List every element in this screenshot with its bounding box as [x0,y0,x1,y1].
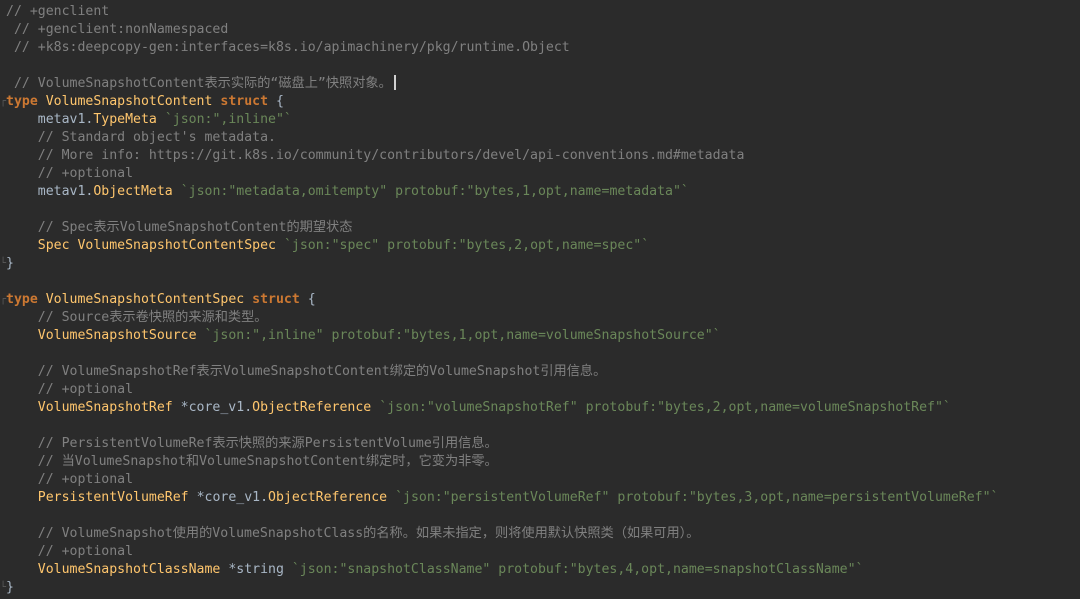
code-token-plain: } [6,256,14,271]
code-line[interactable]: // PersistentVolumeRef表示快照的来源PersistentV… [6,435,498,453]
code-line[interactable]: // Spec表示VolumeSnapshotContent的期望状态 [6,219,353,237]
code-token-typename: VolumeSnapshotContentSpec [77,238,276,253]
code-token-plain: *core_v1. [172,400,253,415]
code-line[interactable]: // Source表示卷快照的来源和类型。 [6,309,268,327]
code-token-string: `json:"spec" protobuf:"bytes,2,opt,name=… [283,238,650,253]
code-line[interactable]: // VolumeSnapshotContent表示实际的“磁盘上”快照对象。 [6,75,396,93]
code-line[interactable]: } [6,579,14,597]
code-line[interactable]: Spec VolumeSnapshotContentSpec `json:"sp… [6,237,649,255]
code-line[interactable]: VolumeSnapshotClassName *string `json:"s… [6,561,864,579]
code-token-typename: VolumeSnapshotRef [6,400,173,415]
code-token-plain: { [299,292,316,307]
code-line[interactable]: // +optional [6,165,133,183]
code-token-string: `json:"persistentVolumeRef" protobuf:"by… [395,490,999,505]
code-token-typename: VolumeSnapshotContent [45,94,221,109]
fold-marker-icon[interactable]: └ [0,255,6,273]
code-token-comment: // +optional [6,166,134,181]
code-token-typename: VolumeSnapshotSource [6,328,197,343]
code-token-comment: // Spec表示VolumeSnapshotContent的期望状态 [6,220,353,235]
code-token-comment: // PersistentVolumeRef表示快照的来源PersistentV… [6,436,498,451]
code-token-plain: *string [220,562,292,577]
text-cursor [393,75,396,90]
code-token-typename: ObjectReference [268,490,388,505]
code-token-string: `json:"volumeSnapshotRef" protobuf:"byte… [379,400,951,415]
code-line[interactable]: // +k8s:deepcopy-gen:interfaces=k8s.io/a… [6,39,570,57]
code-token-string: `json:"metadata,omitempty" protobuf:"byt… [180,184,689,199]
code-token-string: `json:",inline"` [164,112,292,127]
code-line[interactable]: // More info: https://git.k8s.io/communi… [6,147,745,165]
code-token-keyword: struct [220,94,269,109]
code-token-comment: // VolumeSnapshotContent表示实际的“磁盘上”快照对象。 [6,76,392,91]
code-token-comment: // Standard object's metadata. [6,130,276,145]
code-token-comment: // Source表示卷快照的来源和类型。 [6,310,268,325]
code-editor[interactable]: // +genclient // +genclient:nonNamespace… [0,0,1080,599]
code-token-plain: { [268,94,284,109]
code-line[interactable]: } [6,255,14,273]
code-token-plain: } [6,580,14,595]
code-line[interactable]: VolumeSnapshotSource `json:",inline" pro… [6,327,721,345]
code-line[interactable]: // VolumeSnapshot使用的VolumeSnapshotClass的… [6,525,700,543]
code-token-typename: ObjectReference [252,400,372,415]
fold-marker-icon[interactable]: └ [0,579,6,597]
code-token-comment: // 当VolumeSnapshot和VolumeSnapshotContent… [6,454,498,469]
code-token-typename: ObjectMeta [93,184,173,199]
code-token-comment: // +genclient:nonNamespaced [6,22,229,37]
code-token-plain: metav1. [6,112,94,127]
code-line[interactable]: // +genclient:nonNamespaced [6,21,228,39]
code-line[interactable]: metav1.ObjectMeta `json:"metadata,omitem… [6,183,689,201]
code-line[interactable]: // 当VolumeSnapshot和VolumeSnapshotContent… [6,453,498,471]
code-line[interactable]: // Standard object's metadata. [6,129,276,147]
code-line[interactable]: metav1.TypeMeta `json:",inline"` [6,111,292,129]
code-line[interactable]: type VolumeSnapshotContent struct { [6,93,284,111]
code-token-typename: TypeMeta [93,112,157,127]
code-token-plain: *core_v1. [188,490,269,505]
code-token-typename: VolumeSnapshotClassName [6,562,221,577]
code-token-comment: // +optional [6,544,134,559]
code-line[interactable]: // +optional [6,543,133,561]
fold-marker-icon[interactable]: ┌ [0,93,6,111]
code-token-typename: PersistentVolumeRef [6,490,189,505]
code-token-keyword: type [6,94,46,109]
code-token-comment: // More info: https://git.k8s.io/communi… [6,148,745,163]
code-token-keyword: type [6,292,46,307]
code-token-typename: VolumeSnapshotContentSpec [45,292,253,307]
code-token-string: `json:",inline" protobuf:"bytes,1,opt,na… [204,328,721,343]
code-token-plain: metav1. [6,184,94,199]
fold-marker-icon[interactable]: ┌ [0,291,6,309]
code-line[interactable]: type VolumeSnapshotContentSpec struct { [6,291,316,309]
code-line[interactable]: // +genclient [6,3,109,21]
code-token-typename: Spec [6,238,70,253]
code-line[interactable]: VolumeSnapshotRef *core_v1.ObjectReferen… [6,399,951,417]
code-token-comment: // +genclient [6,4,110,19]
code-token-comment: // +k8s:deepcopy-gen:interfaces=k8s.io/a… [6,40,570,55]
code-line[interactable]: PersistentVolumeRef *core_v1.ObjectRefer… [6,489,999,507]
code-token-comment: // +optional [6,472,134,487]
code-line[interactable]: // VolumeSnapshotRef表示VolumeSnapshotCont… [6,363,607,381]
code-line[interactable]: // +optional [6,471,133,489]
code-token-comment: // +optional [6,382,134,397]
code-token-comment: // VolumeSnapshotRef表示VolumeSnapshotCont… [6,364,607,379]
code-token-keyword: struct [252,292,300,307]
code-token-comment: // VolumeSnapshot使用的VolumeSnapshotClass的… [6,526,700,541]
code-token-string: `json:"snapshotClassName" protobuf:"byte… [291,562,864,577]
code-line[interactable]: // +optional [6,381,133,399]
